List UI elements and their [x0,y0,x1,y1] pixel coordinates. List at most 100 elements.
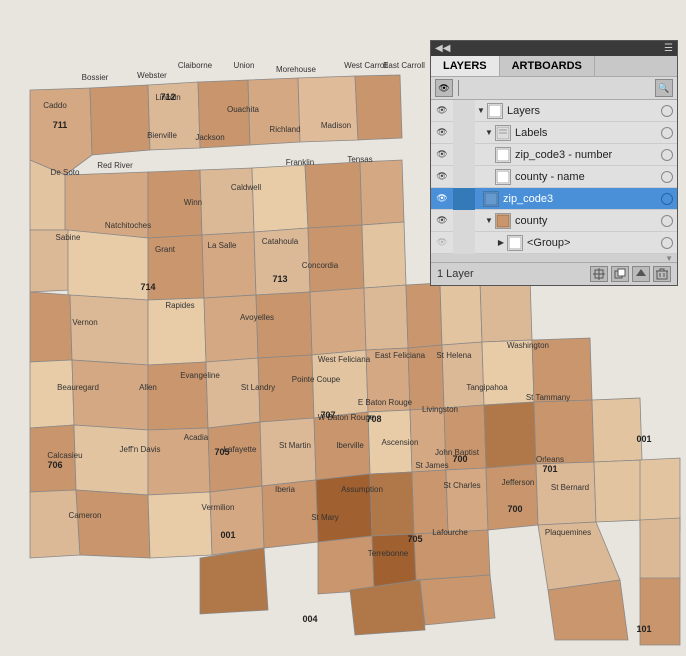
svg-text:004: 004 [302,614,317,624]
panel-menu-btn[interactable]: ☰ [664,43,673,54]
eye-layers[interactable]: 👁 [431,100,453,122]
svg-text:Cameron: Cameron [69,511,102,520]
layer-row-zip-code3[interactable]: 👁 zip_code3 [431,188,677,210]
svg-text:700: 700 [452,454,467,464]
circle-group [661,237,673,249]
svg-text:St Landry: St Landry [241,383,275,392]
svg-text:Richland: Richland [269,125,300,134]
svg-text:701: 701 [542,464,557,474]
lock-zip-code3[interactable] [453,188,475,210]
layer-row-county-name[interactable]: 👁 county - name [431,166,677,188]
arrow-layers[interactable]: ▼ [475,100,487,122]
svg-text:Evangeline: Evangeline [180,371,220,380]
thumb-labels [495,125,511,141]
svg-text:St James: St James [415,461,448,470]
eye-zip-number[interactable]: 👁 [431,144,453,166]
svg-text:Madison: Madison [321,121,351,130]
label-labels: Labels [515,127,657,139]
layer-row-group[interactable]: 👁 ▶ <Group> [431,232,677,254]
svg-text:712: 712 [160,92,175,102]
panel-header: ◀◀ ☰ [431,41,677,56]
delete-layer-btn[interactable] [653,266,671,282]
panel-collapse-btn[interactable]: ◀◀ [435,43,450,54]
svg-text:West Carroll: West Carroll [344,61,388,70]
layer-row-county[interactable]: 👁 ▼ county [431,210,677,232]
circle-labels [661,127,673,139]
panel-tabs: LAYERS ARTBOARDS [431,56,677,77]
svg-text:Jackson: Jackson [195,133,224,142]
svg-text:East Feliciana: East Feliciana [375,351,426,360]
svg-text:St Charles: St Charles [443,481,480,490]
tab-layers[interactable]: LAYERS [431,56,500,76]
arrow-group[interactable]: ▶ [495,232,507,254]
lock-labels[interactable] [453,122,475,144]
scroll-indicator: ▼ [431,254,677,262]
svg-text:Natchitoches: Natchitoches [105,221,151,230]
svg-text:Morehouse: Morehouse [276,65,317,74]
eye-county[interactable]: 👁 [431,210,453,232]
svg-text:St Bernard: St Bernard [551,483,589,492]
svg-text:E Baton Rouge: E Baton Rouge [358,398,413,407]
svg-text:Acadia: Acadia [184,433,209,442]
svg-text:La Salle: La Salle [208,241,237,250]
arrow-labels[interactable]: ▼ [483,122,495,144]
svg-text:700: 700 [507,504,522,514]
svg-text:Ouachita: Ouachita [227,105,260,114]
label-zip-code3: zip_code3 [503,193,657,205]
svg-text:Washington: Washington [507,341,549,350]
svg-text:Pointe Coupe: Pointe Coupe [292,375,341,384]
svg-text:Tensas: Tensas [347,155,372,164]
svg-text:Bossier: Bossier [82,73,109,82]
svg-text:De Soto: De Soto [51,168,80,177]
arrow-county[interactable]: ▼ [483,210,495,232]
svg-text:Concordia: Concordia [302,261,339,270]
svg-text:713: 713 [272,274,287,284]
layer-row-layers[interactable]: 👁 ▼ Layers [431,100,677,122]
svg-text:001: 001 [220,530,235,540]
lock-county-name[interactable] [453,166,475,188]
tab-artboards[interactable]: ARTBOARDS [500,56,595,76]
move-layer-btn[interactable] [632,266,650,282]
thumb-county-name [495,169,511,185]
lock-group[interactable] [453,232,475,254]
eye-zip-code3[interactable]: 👁 [431,188,453,210]
svg-text:714: 714 [140,282,155,292]
svg-text:Grant: Grant [155,245,176,254]
svg-text:Claiborne: Claiborne [178,61,213,70]
svg-text:Plaquemines: Plaquemines [545,528,591,537]
lock-county[interactable] [453,210,475,232]
svg-text:Ascension: Ascension [382,438,419,447]
svg-text:Avoyelles: Avoyelles [240,313,274,322]
search-btn[interactable]: 🔍 [655,79,673,97]
duplicate-layer-btn[interactable] [611,266,629,282]
svg-text:708: 708 [366,414,381,424]
thumb-county [495,213,511,229]
layers-panel: ◀◀ ☰ LAYERS ARTBOARDS 👁 🔍 👁 ▼ Layers 👁 ▼ [430,40,678,286]
label-group: <Group> [527,237,657,249]
svg-text:705: 705 [407,534,422,544]
lock-zip-number[interactable] [453,144,475,166]
layer-row-labels[interactable]: 👁 ▼ Labels [431,122,677,144]
label-county: county [515,215,657,227]
svg-text:Rapides: Rapides [165,301,194,310]
svg-text:Terrebonne: Terrebonne [368,549,409,558]
eye-labels[interactable]: 👁 [431,122,453,144]
layer-row-zip-number[interactable]: 👁 zip_code3 - number [431,144,677,166]
eye-group[interactable]: 👁 [431,232,453,254]
circle-zip-code3 [661,193,673,205]
svg-text:705: 705 [214,447,229,457]
label-layers: Layers [507,105,657,117]
panel-footer: 1 Layer [431,262,677,285]
lock-layers[interactable] [453,100,475,122]
svg-text:Jefferson: Jefferson [502,478,535,487]
label-county-name: county - name [515,171,657,183]
eye-county-name[interactable]: 👁 [431,166,453,188]
svg-text:711: 711 [53,120,68,130]
svg-text:Livingston: Livingston [422,405,458,414]
eye-toggle-btn[interactable]: 👁 [435,79,453,97]
svg-text:Iberville: Iberville [336,441,364,450]
new-layer-btn[interactable] [590,266,608,282]
svg-text:St Helena: St Helena [436,351,472,360]
svg-text:St Martin: St Martin [279,441,311,450]
svg-text:Union: Union [234,61,255,70]
